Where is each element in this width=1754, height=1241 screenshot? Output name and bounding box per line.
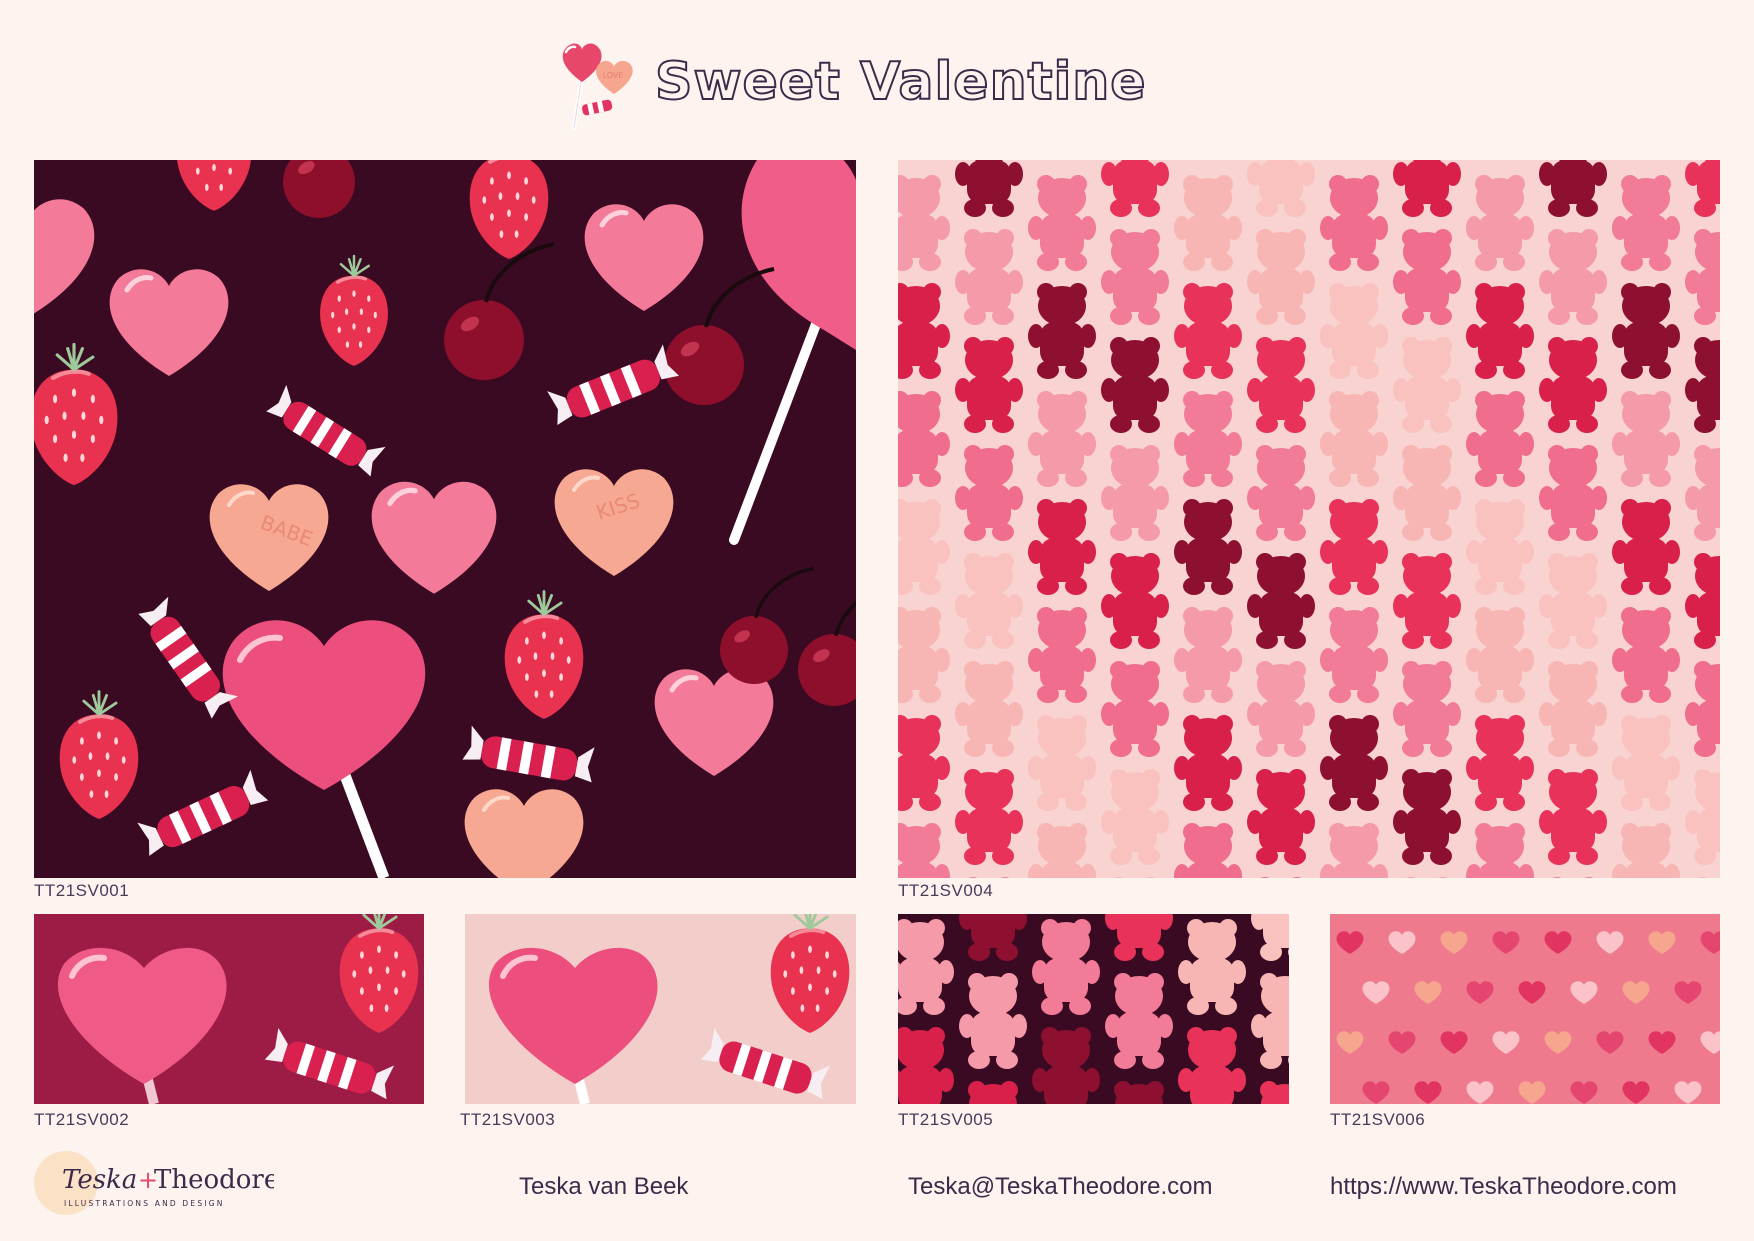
pattern-preview-tt21sv002 — [34, 914, 424, 1104]
teska-theodore-logo: Teska + Theodore ILLUSTRATIONS AND DESIG… — [34, 1151, 274, 1215]
email-link[interactable]: Teska@TeskaTheodore.com — [908, 1173, 1213, 1201]
pattern-preview-tt21sv004 — [898, 160, 1720, 878]
pattern-preview-tt21sv003 — [465, 914, 856, 1104]
pattern-code-tt21sv004: TT21SV004 — [898, 881, 994, 900]
pattern-preview-tt21sv005 — [898, 914, 1289, 1104]
pattern-code-tt21sv002: TT21SV002 — [34, 1110, 130, 1129]
lollipop-and-candy-heart-icon: LOVE — [562, 43, 633, 130]
pattern-code-tt21sv005: TT21SV005 — [898, 1110, 994, 1129]
page-title: Sweet Valentine — [654, 51, 1147, 113]
pattern-preview-tt21sv001: BABE KISS — [34, 160, 856, 878]
svg-text:Teska: Teska — [62, 1165, 137, 1195]
svg-text:ILLUSTRATIONS AND DESIGN: ILLUSTRATIONS AND DESIGN — [64, 1199, 225, 1208]
svg-text:LOVE: LOVE — [603, 71, 624, 80]
pattern-code-tt21sv006: TT21SV006 — [1330, 1110, 1426, 1129]
svg-text:Theodore: Theodore — [154, 1165, 274, 1195]
pattern-preview-tt21sv006 — [1330, 914, 1720, 1104]
pattern-code-tt21sv003: TT21SV003 — [460, 1110, 556, 1129]
author-name: Teska van Beek — [519, 1173, 689, 1200]
pattern-code-tt21sv001: TT21SV001 — [34, 881, 130, 900]
website-link[interactable]: https://www.TeskaTheodore.com — [1330, 1173, 1677, 1201]
